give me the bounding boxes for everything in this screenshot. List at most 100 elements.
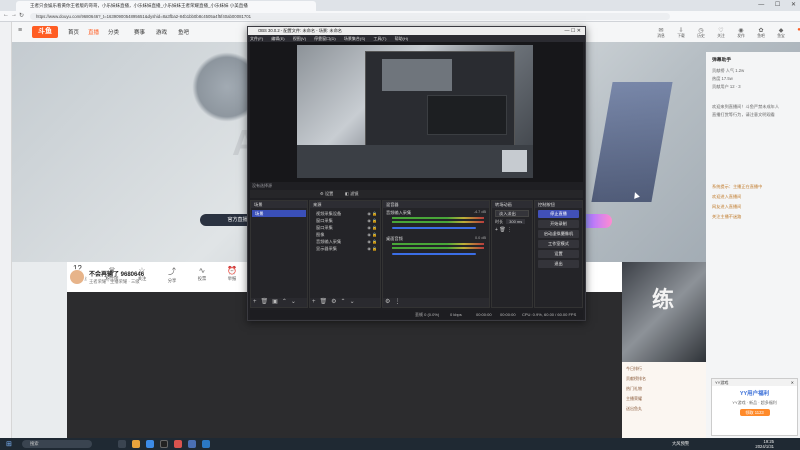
app-icon[interactable] — [174, 440, 182, 448]
volume-slider[interactable] — [392, 227, 476, 229]
obs-taskbar-icon[interactable] — [160, 440, 168, 448]
streamer-avatar[interactable] — [69, 269, 85, 285]
header-icon-download[interactable]: ⇩ 下载 — [672, 27, 690, 39]
menu-scene-collection[interactable]: 场景集合(S) — [344, 36, 365, 41]
visibility-lock-icons[interactable]: ◉ 🔒 — [367, 231, 377, 238]
menu-tools[interactable]: 工具(T) — [373, 36, 386, 41]
add-icon[interactable]: + — [495, 227, 498, 233]
stop-streaming-button[interactable]: 停止直播 — [538, 210, 579, 218]
exit-button[interactable]: 退出 — [538, 260, 579, 268]
nav-home[interactable]: 首页 — [68, 28, 79, 36]
weather-widget[interactable]: 大风预警 — [672, 441, 689, 447]
visibility-lock-icons[interactable]: ◉ 🔒 — [367, 238, 377, 245]
menu-icon[interactable]: ≡ — [18, 27, 22, 34]
source-item[interactable]: 窗口采集 ◉ 🔒 — [310, 224, 380, 231]
file-explorer-icon[interactable] — [132, 440, 140, 448]
header-icon-message[interactable]: ✉ 消息 — [652, 27, 670, 39]
trash-icon[interactable]: 🗑 — [261, 299, 269, 305]
header-icon-treasure[interactable]: ◆ 鱼宝 — [772, 27, 790, 39]
nav-games[interactable]: 游戏 — [156, 28, 167, 36]
gear-icon[interactable]: ⚙ — [331, 299, 336, 305]
edge-icon[interactable] — [146, 440, 154, 448]
taskbar-search[interactable]: 搜索 — [22, 440, 92, 448]
trash-icon[interactable]: 🗑 — [320, 299, 328, 305]
user-avatar-header[interactable]: ● — [790, 27, 800, 33]
source-item[interactable]: 视频采集设备 ◉ 🔒 — [310, 210, 380, 217]
close-icon[interactable]: ✕ — [791, 379, 794, 386]
avatar-icon: ● — [797, 27, 800, 33]
start-recording-button[interactable]: 开始录制 — [538, 220, 579, 228]
back-icon[interactable]: ← — [3, 12, 9, 18]
add-icon[interactable]: + — [253, 299, 257, 305]
browser-tab[interactable]: 王者只会娱乐看黄你王者版的哥哥，小乐妹妹直播，小乐妹妹直播_小乐妹妹王者荣耀直播… — [16, 1, 316, 11]
menu-file[interactable]: 文件(F) — [250, 36, 263, 41]
nav-live[interactable]: 直播 — [88, 28, 99, 36]
chat-line: 欢迎进入直播间 — [712, 194, 742, 199]
visibility-lock-icons[interactable]: ◉ 🔒 — [367, 217, 377, 224]
rank-line: 热门礼物 — [626, 386, 642, 391]
visibility-lock-icons[interactable]: ◉ 🔒 — [367, 224, 377, 231]
header-icon-follow[interactable]: ♡ 关注 — [712, 27, 730, 39]
up-icon[interactable]: ⌃ — [282, 299, 287, 305]
source-item[interactable]: 显示器采集 ◉ 🔒 — [310, 245, 380, 252]
window-controls[interactable]: — ☐ ✕ — [749, 1, 796, 8]
visibility-lock-icons[interactable]: ◉ 🔒 — [367, 210, 377, 217]
notification-claim-button[interactable]: 领取 1123 — [739, 409, 770, 416]
virtual-camera-button[interactable]: 启动虚拟摄像机 — [538, 230, 579, 238]
obs-preview[interactable] — [250, 42, 583, 182]
transition-duration-row: 时长 300 ms — [495, 219, 529, 225]
source-item[interactable]: 图像 ◉ 🔒 — [310, 231, 380, 238]
more-icon[interactable]: ⋮ — [394, 299, 400, 305]
reload-icon[interactable]: ↻ — [19, 12, 24, 19]
up-icon[interactable]: ⌃ — [341, 299, 346, 305]
scene-item[interactable]: 场景 — [252, 210, 306, 217]
down-icon[interactable]: ⌄ — [350, 299, 355, 305]
header-icon-broadcast[interactable]: ◉ 发作 — [732, 27, 750, 39]
menu-edit[interactable]: 编辑(E) — [271, 36, 284, 41]
volume-slider[interactable] — [392, 253, 476, 255]
obs-titlebar: OBS 30.0.2 - 配置文件: 未命名 - 场景: 未命名 — ☐ ✕ — [248, 27, 585, 35]
source-item[interactable]: 窗口采集 ◉ 🔒 — [310, 217, 380, 224]
studio-mode-button[interactable]: 工作室模式 — [538, 240, 579, 248]
filters-button[interactable]: ◧ 滤镜 — [345, 190, 359, 198]
filter-icon[interactable]: ▣ — [272, 299, 278, 305]
header-icon-fishbar[interactable]: ✿ 鱼吧 — [752, 27, 770, 39]
treasure-icon: ◆ — [778, 28, 784, 34]
hero-figure-right — [591, 82, 673, 202]
maximize-icon[interactable]: ☐ — [775, 2, 780, 8]
properties-button[interactable]: ⚙ 设置 — [320, 190, 333, 198]
gear-icon[interactable]: ⚙ — [385, 299, 390, 305]
source-item[interactable]: 音频输入采集 ◉ 🔒 — [310, 238, 380, 245]
add-icon[interactable]: + — [312, 299, 316, 305]
trash-icon[interactable]: 🗑 — [499, 227, 505, 233]
taskview-icon[interactable] — [118, 440, 126, 448]
audio-meter — [392, 247, 484, 249]
menu-view[interactable]: 视图(V) — [293, 36, 306, 41]
douyu-logo[interactable]: 斗鱼 — [32, 26, 58, 38]
close-icon[interactable]: ✕ — [791, 2, 796, 8]
more-icon[interactable]: ⋮ — [507, 227, 512, 233]
nav-events[interactable]: 赛事 — [134, 28, 145, 36]
menu-help[interactable]: 帮助(H) — [395, 36, 409, 41]
history-icon: ◷ — [698, 28, 704, 34]
obs-window-controls[interactable]: — ☐ ✕ — [565, 27, 581, 35]
forward-icon[interactable]: → — [11, 12, 17, 18]
windows-start-icon[interactable]: ⊞ — [6, 440, 12, 448]
nav-fishbar[interactable]: 鱼吧 — [178, 28, 189, 36]
app-icon[interactable] — [202, 440, 210, 448]
controls-dock-title: 控制按钮 — [535, 201, 582, 208]
transition-select[interactable]: 淡入淡出 — [495, 210, 529, 217]
settings-button[interactable]: 设置 — [538, 250, 579, 258]
mixer-channel: 桌面音频 0.0 dB — [386, 236, 486, 260]
nav-category[interactable]: 分类 — [108, 28, 119, 36]
url-input[interactable]: https://www.douyu.com/9680646?_t=1639090… — [30, 13, 670, 20]
header-icon-history[interactable]: ◷ 历史 — [692, 27, 710, 39]
preview-bottom-strip — [297, 145, 533, 178]
transition-duration-input[interactable]: 300 ms — [506, 219, 526, 224]
down-icon[interactable]: ⌄ — [291, 299, 296, 305]
app-icon[interactable] — [188, 440, 196, 448]
clock[interactable]: 19:25 2024/1/31 — [755, 439, 774, 449]
minimize-icon[interactable]: — — [758, 2, 764, 8]
visibility-lock-icons[interactable]: ◉ 🔒 — [367, 245, 377, 252]
menu-docks[interactable]: 停靠窗口(D) — [314, 36, 336, 41]
